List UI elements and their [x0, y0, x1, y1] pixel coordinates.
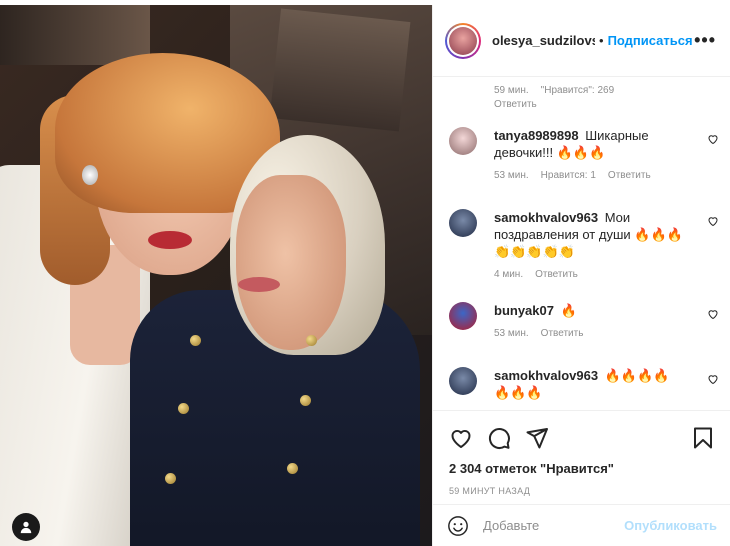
comment-time: 59 мин.: [494, 85, 529, 96]
photo-gold-button: [165, 473, 176, 484]
like-comment-heart-icon[interactable]: [707, 308, 719, 320]
comment-likes[interactable]: "Нравится": 269: [541, 85, 614, 96]
reply-button[interactable]: Ответить: [541, 328, 584, 339]
smile-icon[interactable]: [447, 515, 469, 537]
photo-gold-button: [178, 403, 189, 414]
more-options-icon[interactable]: •••: [694, 30, 716, 51]
reply-button[interactable]: Ответить: [494, 99, 714, 110]
comment-emoji: 🔥🔥🔥: [556, 145, 606, 160]
photo-gold-button: [306, 335, 317, 346]
comment-time: 53 мин.: [494, 170, 529, 181]
comment-icon[interactable]: [487, 426, 511, 450]
header-separator: •: [599, 33, 604, 48]
add-comment-bar: Добавьте Опубликовать: [433, 504, 730, 546]
comment-time: 4 мин.: [494, 269, 524, 280]
commenter-username[interactable]: tanya8989898: [494, 128, 579, 143]
commenter-avatar[interactable]: [449, 209, 477, 237]
post-actions: 2 304 отметок "Нравится" 59 МИНУТ НАЗАД: [433, 410, 730, 496]
comment-item: samokhvalov963 🔥🔥🔥🔥🔥🔥🔥: [449, 367, 719, 401]
comment-item: bunyak07 🔥 53 мин. Ответить: [449, 302, 719, 339]
photo-gold-button: [287, 463, 298, 474]
reply-button[interactable]: Ответить: [608, 170, 651, 181]
photo-gold-button: [190, 335, 201, 346]
photo-earring: [82, 165, 98, 185]
like-comment-heart-icon[interactable]: [707, 215, 719, 227]
comment-emoji: 🔥: [560, 303, 577, 318]
follow-button[interactable]: Подписаться: [608, 33, 693, 48]
user-silhouette-icon: [20, 521, 32, 534]
post-photo[interactable]: [0, 5, 432, 546]
commenter-username[interactable]: bunyak07: [494, 303, 554, 318]
commenter-avatar[interactable]: [449, 127, 477, 155]
comment-input[interactable]: Добавьте: [483, 518, 624, 533]
publish-button[interactable]: Опубликовать: [624, 518, 717, 533]
user-tag-icon[interactable]: [12, 513, 40, 541]
commenter-avatar[interactable]: [449, 302, 477, 330]
comment-time: 53 мин.: [494, 328, 529, 339]
author-username[interactable]: olesya_sudzilovska: [492, 33, 595, 48]
like-comment-heart-icon[interactable]: [707, 133, 719, 145]
share-icon[interactable]: [525, 426, 549, 450]
photo-lips-right: [238, 277, 280, 292]
photo-face-right: [236, 175, 346, 350]
comment-item: samokhvalov963 Мои поздравления от души …: [449, 209, 719, 280]
comments-list: 59 мин. "Нравится": 269 Ответить tanya89…: [433, 77, 730, 410]
like-comment-heart-icon[interactable]: [707, 373, 719, 385]
likes-count[interactable]: 2 304 отметок "Нравится": [449, 461, 715, 476]
reply-button[interactable]: Ответить: [535, 269, 578, 280]
bookmark-icon[interactable]: [691, 426, 715, 450]
heart-icon[interactable]: [449, 426, 473, 450]
photo-lips-left: [148, 231, 192, 249]
commenter-avatar[interactable]: [449, 367, 477, 395]
post-side-panel: olesya_sudzilovska • Подписаться ••• 59 …: [432, 5, 730, 546]
post-timestamp: 59 МИНУТ НАЗАД: [449, 486, 531, 496]
photo-background-poster: [269, 8, 411, 132]
comment-likes[interactable]: Нравится: 1: [541, 170, 596, 181]
author-avatar[interactable]: [445, 22, 481, 59]
photo-gold-button: [300, 395, 311, 406]
comment-item: tanya8989898 Шикарные девочки!!! 🔥🔥🔥 53 …: [449, 127, 719, 181]
commenter-username[interactable]: samokhvalov963: [494, 210, 598, 225]
commenter-username[interactable]: samokhvalov963: [494, 368, 598, 383]
previous-comment-meta: 59 мин. "Нравится": 269 Ответить: [494, 85, 714, 110]
post-header: olesya_sudzilovska • Подписаться •••: [433, 5, 730, 77]
